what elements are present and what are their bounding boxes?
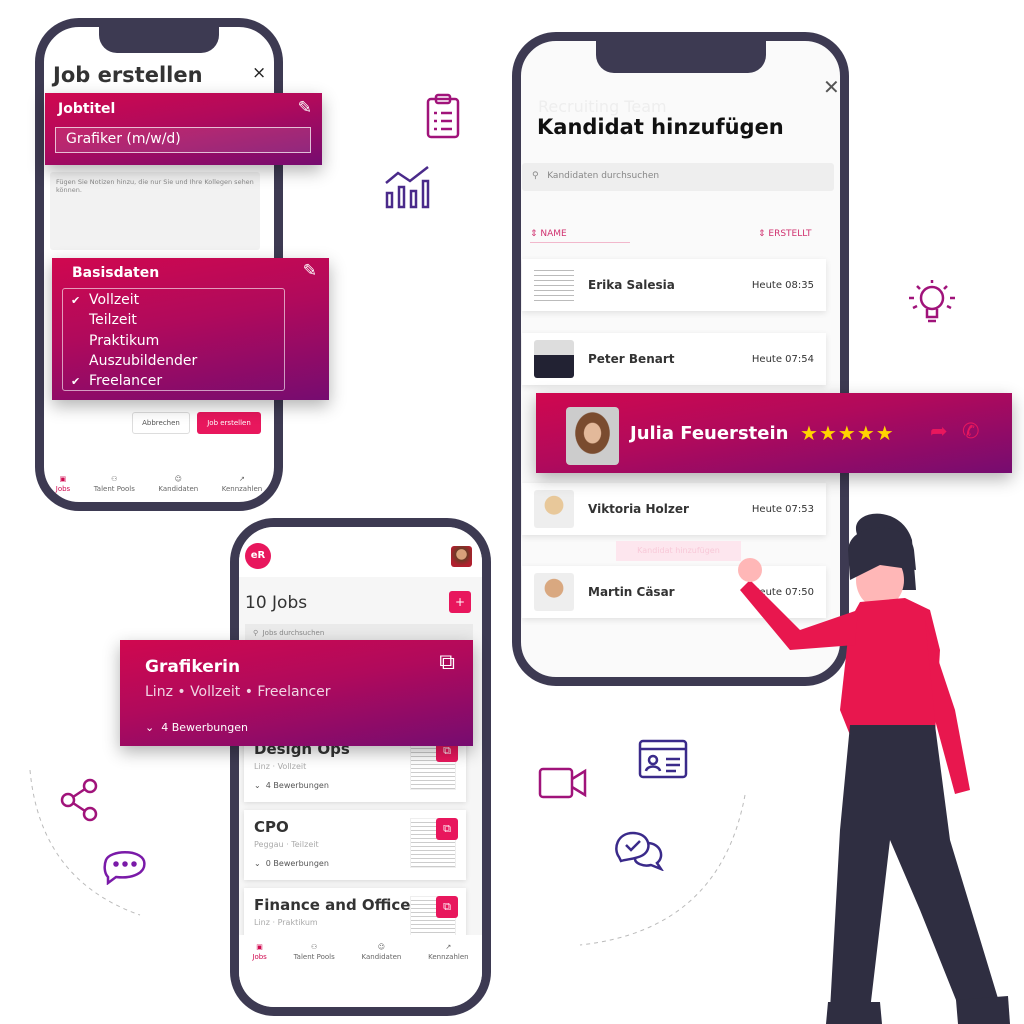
document-thumbnail <box>534 266 574 304</box>
star-icon: ★ <box>837 421 857 445</box>
jobtitel-label: Jobtitel <box>58 101 116 117</box>
hierarchy-icon: ⚇ <box>311 943 318 951</box>
jobtitel-input[interactable]: Grafiker (m/w/d) <box>55 127 311 153</box>
nav-kandidaten[interactable]: ☺ Kandidaten <box>158 475 198 493</box>
employment-option[interactable]: ✔ Vollzeit <box>63 290 284 310</box>
close-icon[interactable]: × <box>252 63 266 83</box>
highlight-candidate-card[interactable]: Julia Feuerstein ★★★★★ ➦ ✆ <box>536 393 1012 473</box>
check-icon: ✔ <box>71 374 81 388</box>
candidate-search-input[interactable]: ⚲ Kandidaten durchsuchen <box>522 163 834 191</box>
rating-stars: ★★★★★ <box>800 421 895 445</box>
briefcase-icon: ▣ <box>59 475 67 483</box>
cancel-button[interactable]: Abbrechen <box>132 412 190 434</box>
candidate-name: Julia Feuerstein <box>630 423 789 444</box>
star-icon: ★ <box>818 421 838 445</box>
avatar <box>534 573 574 611</box>
nav-jobs[interactable]: ▣ Jobs <box>252 943 266 975</box>
employment-option[interactable]: Praktikum <box>63 331 284 351</box>
create-job-button[interactable]: Job erstellen <box>197 412 261 434</box>
dialog-title: Kandidat hinzufügen <box>537 115 784 139</box>
open-external-icon[interactable]: ⧉ <box>436 818 458 840</box>
nav-kennzahlen[interactable]: ↗ Kennzahlen <box>222 475 263 493</box>
star-icon: ★ <box>875 421 895 445</box>
job-card[interactable]: ⧉ CPO Peggau · Teilzeit ⌄ 0 Bewerbungen <box>244 810 466 880</box>
check-icon: ✔ <box>71 293 81 307</box>
share-icon <box>60 778 98 822</box>
edit-icon[interactable]: ✎ <box>303 261 317 281</box>
job-meta: Linz • Vollzeit • Freelancer <box>145 684 331 700</box>
lightbulb-icon <box>909 280 955 323</box>
bottom-nav: ▣ Jobs ⚇ Talent Pools ☺ Kandidaten ↗ Kennzah… <box>44 475 274 493</box>
page-title: Job erstellen <box>53 63 203 87</box>
background-title: Recruiting Team <box>538 97 667 116</box>
clipboard-icon <box>426 93 460 139</box>
nav-kandidaten[interactable]: ☺ Kandidaten <box>362 943 402 975</box>
employment-option[interactable]: Auszubildender <box>63 351 284 371</box>
jobtitel-card: Jobtitel ✎ Grafiker (m/w/d) <box>45 93 322 165</box>
job-title: Grafikerin <box>145 657 241 677</box>
notes-field[interactable]: Fügen Sie Notizen hinzu, die nur Sie und… <box>50 172 260 250</box>
open-external-icon[interactable]: ⧉ <box>439 650 455 675</box>
people-icon: ☺ <box>174 475 182 483</box>
avatar <box>534 340 574 378</box>
edit-icon[interactable]: ✎ <box>298 98 312 118</box>
nav-talent-pools[interactable]: ⚇ Talent Pools <box>294 943 335 975</box>
open-external-icon[interactable]: ⧉ <box>436 896 458 918</box>
search-icon: ⚲ <box>532 171 539 181</box>
avatar <box>534 490 574 528</box>
basisdaten-label: Basisdaten <box>72 265 160 281</box>
bar-chart-icon <box>385 166 430 209</box>
bottom-nav: ▣ Jobs ⚇ Talent Pools ☺ Kandidaten ↗ Kennzah… <box>239 935 482 975</box>
video-camera-icon <box>538 767 587 799</box>
chat-check-icon <box>615 831 664 871</box>
employment-option[interactable]: Teilzeit <box>63 310 284 330</box>
people-icon: ☺ <box>377 943 386 951</box>
chart-icon: ↗ <box>239 475 245 483</box>
hierarchy-icon: ⚇ <box>111 475 118 483</box>
nav-talent-pools[interactable]: ⚇ Talent Pools <box>94 475 135 493</box>
highlight-job-card[interactable]: Grafikerin ⧉ Linz • Vollzeit • Freelance… <box>120 640 473 746</box>
sort-created[interactable]: ⇕ ERSTELLT <box>758 229 812 239</box>
applications-toggle[interactable]: ⌄ 4 Bewerbungen <box>145 721 248 734</box>
add-job-button[interactable]: + <box>449 591 471 613</box>
woman-illustration <box>738 513 1010 1024</box>
header <box>239 527 482 577</box>
logo: eR <box>245 543 271 569</box>
phone-jobs: eR 10 Jobs + ⚲ Jobs durchsuchen ⧉ Design … <box>230 518 491 1016</box>
search-icon: ⚲ <box>253 629 259 637</box>
nav-kennzahlen[interactable]: ↗ Kennzahlen <box>428 943 469 975</box>
id-card-icon <box>638 739 688 779</box>
star-icon: ★ <box>800 421 819 445</box>
basisdaten-card: Basisdaten ✎ ✔ Vollzeit Teilzeit Praktikum A… <box>52 258 329 400</box>
candidate-row[interactable]: Peter Benart Heute 07:54 <box>522 333 826 385</box>
candidate-row[interactable]: Erika Salesia Heute 08:35 <box>522 259 826 311</box>
nav-jobs[interactable]: ▣ Jobs <box>56 475 70 493</box>
close-icon[interactable]: ✕ <box>823 75 840 99</box>
sort-name[interactable]: ⇕ NAME <box>530 229 630 243</box>
employment-option[interactable]: ✔ Freelancer <box>63 371 284 391</box>
star-icon: ★ <box>856 421 876 445</box>
chat-bubble-icon <box>103 851 146 885</box>
add-candidate-button[interactable]: Kandidat hinzufügen <box>616 541 741 561</box>
avatar <box>566 407 619 465</box>
page-title: 10 Jobs <box>245 593 308 613</box>
forward-icon[interactable]: ➦ <box>930 419 948 443</box>
briefcase-icon: ▣ <box>256 943 263 951</box>
phone-icon[interactable]: ✆ <box>962 419 980 443</box>
employment-type-list: ✔ Vollzeit Teilzeit Praktikum Auszubildender… <box>62 288 285 391</box>
user-avatar[interactable] <box>451 546 472 567</box>
chart-icon: ↗ <box>445 943 452 951</box>
chevron-down-icon: ⌄ <box>145 721 155 734</box>
